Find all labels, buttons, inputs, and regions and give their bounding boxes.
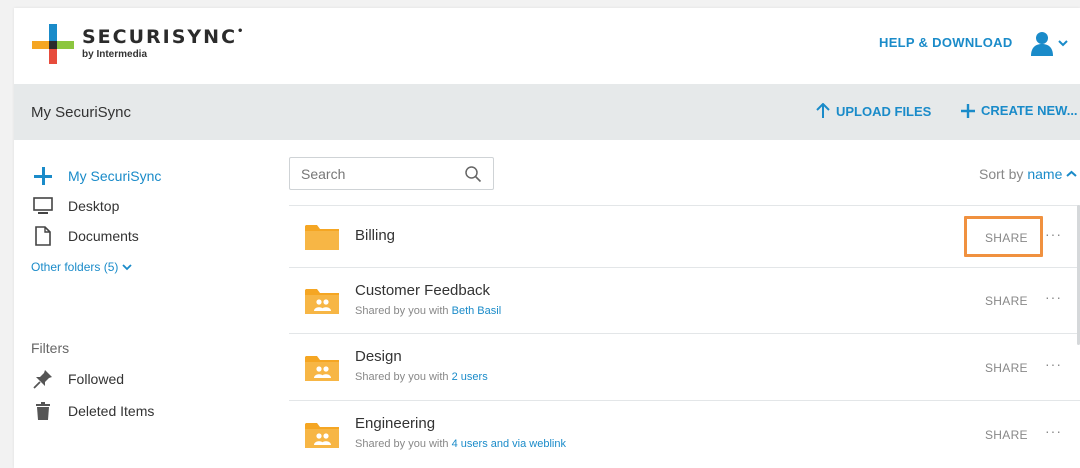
more-options-button[interactable]: ···: [1045, 226, 1062, 242]
plus-icon: [961, 103, 975, 118]
more-options-button[interactable]: ···: [1045, 289, 1062, 305]
sidebar-item-desktop[interactable]: Desktop: [32, 195, 119, 217]
sidebar: My SecuriSync Desktop Documents Other fo…: [14, 140, 274, 468]
pin-icon: [32, 369, 54, 389]
user-icon: [1031, 32, 1068, 56]
shared-folder-icon: [305, 356, 339, 381]
logo-mark-icon: [32, 24, 74, 64]
sharing-info: Shared by you with Beth Basil: [355, 305, 502, 317]
filter-item-deleted-items[interactable]: Deleted Items: [32, 400, 154, 422]
sort-prefix: Sort by: [979, 166, 1024, 182]
share-button[interactable]: SHARE: [985, 428, 1028, 442]
sort-control[interactable]: Sort by name: [979, 166, 1078, 182]
shared-folder-icon: [305, 423, 339, 448]
folder-name[interactable]: Billing: [355, 227, 395, 244]
top-header: SECURISYNC• by Intermedia HELP & DOWNLOA…: [14, 8, 1080, 84]
page-title: My SecuriSync: [31, 104, 132, 121]
logo-text: SECURISYNC•: [82, 26, 246, 48]
monitor-icon: [32, 196, 54, 216]
create-new-button[interactable]: CREATE NEW...: [961, 103, 1078, 118]
folder-row-design[interactable]: Design Shared by you with 2 users SHARE …: [289, 333, 1080, 400]
sharing-info: Shared by you with 2 users: [355, 371, 488, 383]
create-new-label: CREATE NEW...: [981, 103, 1078, 118]
other-folders-label: Other folders (5): [31, 260, 119, 274]
search-input[interactable]: [290, 158, 460, 189]
shared-with-link[interactable]: Beth Basil: [452, 305, 502, 317]
user-menu-button[interactable]: [1030, 30, 1070, 56]
share-button[interactable]: SHARE: [985, 231, 1028, 245]
document-icon: [32, 226, 54, 246]
filter-item-label: Deleted Items: [68, 403, 155, 419]
folder-row-customer-feedback[interactable]: Customer Feedback Shared by you with Bet…: [289, 267, 1080, 333]
trash-icon: [32, 401, 54, 421]
folder-name[interactable]: Customer Feedback: [355, 282, 490, 299]
sharing-info: Shared by you with 4 users and via webli…: [355, 438, 566, 450]
folder-name[interactable]: Engineering: [355, 415, 435, 432]
shared-with-link[interactable]: 2 users: [452, 371, 488, 383]
securisync-plus-icon: [32, 166, 54, 186]
shared-with-link[interactable]: 4 users and via weblink: [452, 438, 566, 450]
folder-icon: [305, 225, 339, 250]
securisync-logo[interactable]: SECURISYNC• by Intermedia: [30, 22, 243, 66]
sidebar-item-label: My SecuriSync: [68, 168, 162, 184]
folder-row-engineering[interactable]: Engineering Shared by you with 4 users a…: [289, 400, 1080, 467]
more-options-button[interactable]: ···: [1045, 423, 1062, 439]
share-button[interactable]: SHARE: [985, 361, 1028, 375]
filters-heading: Filters: [31, 340, 70, 356]
chevron-up-icon: [1066, 170, 1078, 177]
more-options-button[interactable]: ···: [1045, 356, 1062, 372]
chevron-down-icon: [122, 264, 133, 271]
folder-name[interactable]: Design: [355, 348, 402, 365]
upload-files-button[interactable]: UPLOAD FILES: [816, 103, 931, 119]
upload-files-label: UPLOAD FILES: [836, 103, 932, 119]
other-folders-toggle[interactable]: Other folders (5): [31, 260, 133, 274]
search-icon[interactable]: [464, 165, 482, 183]
sidebar-item-documents[interactable]: Documents: [32, 225, 139, 247]
app-window: SECURISYNC• by Intermedia HELP & DOWNLOA…: [14, 8, 1080, 468]
arrow-up-icon: [816, 103, 830, 118]
sidebar-item-my-securisync[interactable]: My SecuriSync: [32, 165, 161, 187]
share-button[interactable]: SHARE: [985, 294, 1028, 308]
shared-folder-icon: [305, 289, 339, 314]
filter-item-followed[interactable]: Followed: [32, 368, 124, 390]
sidebar-item-label: Documents: [68, 228, 139, 244]
logo-subtext: by Intermedia: [82, 49, 148, 60]
sidebar-item-label: Desktop: [68, 198, 120, 214]
folder-row-billing[interactable]: Billing SHARE ···: [289, 205, 1080, 267]
location-bar: My SecuriSync UPLOAD FILES CREATE NEW...: [14, 84, 1080, 140]
search-box: [289, 157, 494, 190]
help-download-link[interactable]: HELP & DOWNLOAD: [879, 35, 1013, 50]
sort-key: name: [1027, 166, 1063, 182]
filter-item-label: Followed: [68, 371, 125, 387]
